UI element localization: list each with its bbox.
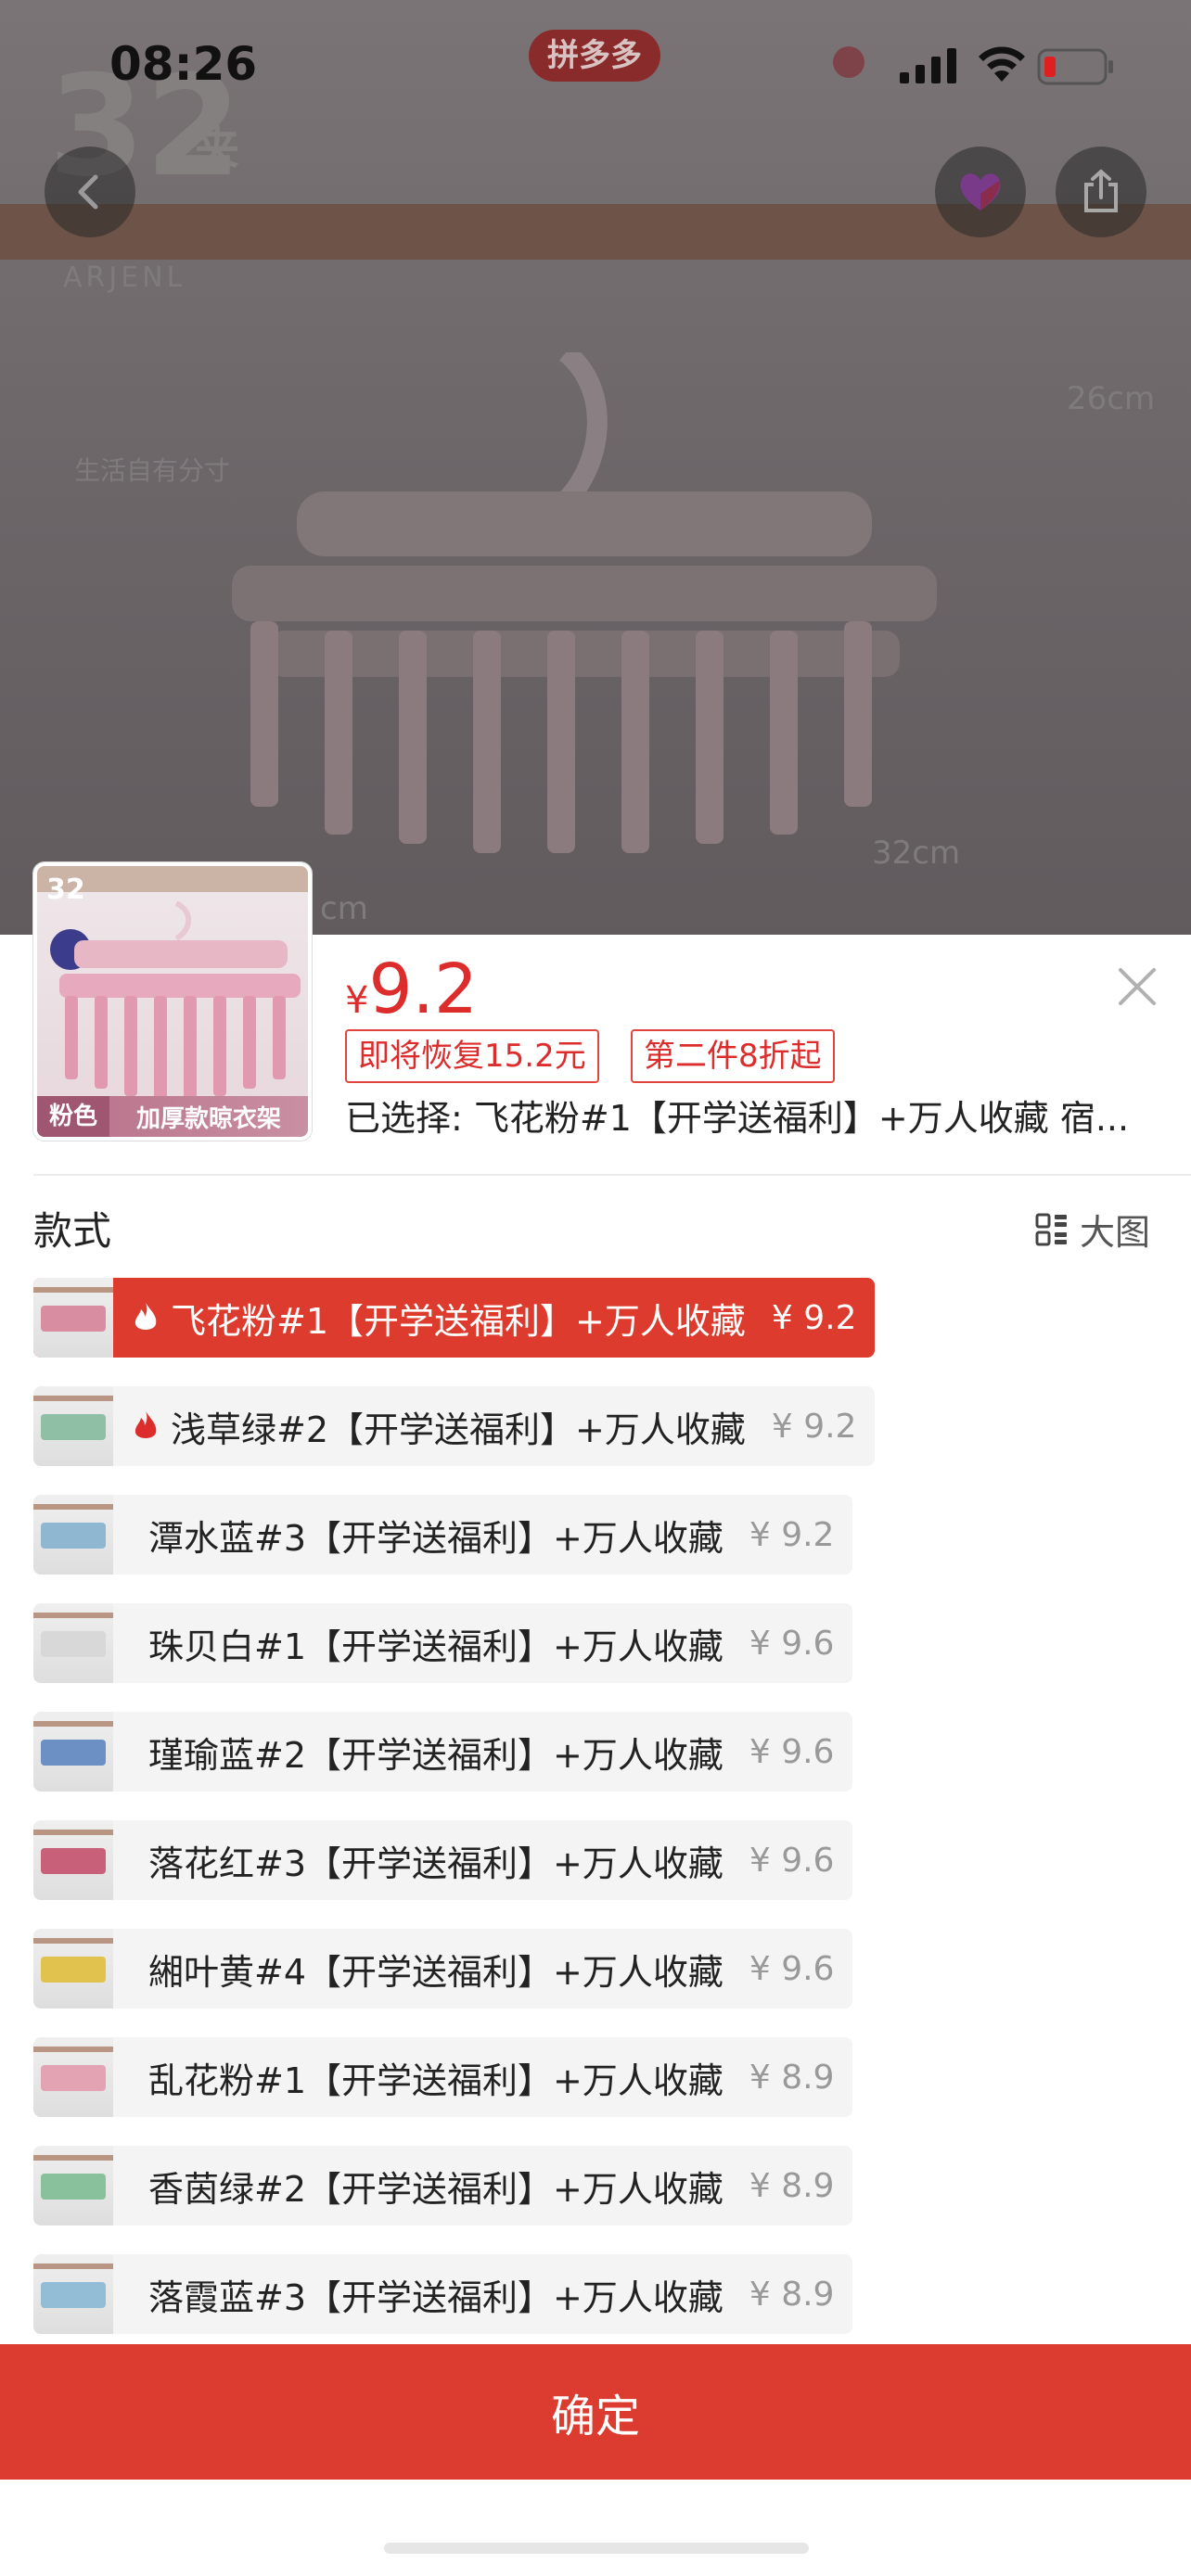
style-option-thumbnail xyxy=(33,2146,113,2225)
style-option-name: 飞花粉#1【开学送福利】+万人收藏 xyxy=(171,1300,746,1342)
close-icon[interactable] xyxy=(1111,961,1163,1013)
promo-tag-second-discount: 第二件8折起 xyxy=(631,1029,835,1083)
style-option-price: ¥ 9.2 xyxy=(749,1515,835,1554)
style-option[interactable]: 珠贝白#1【开学送福利】+万人收藏 ¥ 9.6 xyxy=(33,1603,853,1683)
style-option[interactable]: 瑾瑜蓝#2【开学送福利】+万人收藏 ¥ 9.6 xyxy=(33,1712,853,1792)
selected-option-summary: 已选择: 飞花粉#1【开学送福利】+万人收藏 宿... xyxy=(345,1098,1130,1139)
view-large-label: 大图 xyxy=(1080,1212,1151,1253)
heart-icon xyxy=(960,173,1001,210)
back-button[interactable] xyxy=(45,147,135,237)
selected-product-thumbnail[interactable]: 32 粉色 加厚款晾衣架 xyxy=(33,862,312,1141)
style-option-name: 落花红#3【开学送福利】+万人收藏 xyxy=(148,1843,724,1884)
style-option-thumbnail xyxy=(33,1278,113,1358)
style-option-thumbnail xyxy=(33,2254,113,2334)
share-button[interactable] xyxy=(1056,147,1146,237)
style-option-price: ¥ 8.9 xyxy=(749,2058,835,2097)
style-option-thumbnail xyxy=(33,2037,113,2117)
favorite-button[interactable] xyxy=(935,147,1026,237)
style-option-thumbnail xyxy=(33,1495,113,1575)
style-option-thumbnail xyxy=(33,1929,113,2009)
photo-brand: ARJENL xyxy=(63,261,186,294)
style-option-price: ¥ 9.2 xyxy=(771,1298,857,1337)
photo-dimension-partial: cm xyxy=(320,890,368,927)
chevron-left-icon xyxy=(78,174,98,210)
style-option-price: ¥ 8.9 xyxy=(749,2275,835,2314)
style-option-thumbnail xyxy=(33,1820,113,1900)
style-option-price: ¥ 9.6 xyxy=(749,1841,835,1880)
style-option-name: 香茵绿#2【开学送福利】+万人收藏 xyxy=(148,2168,724,2210)
style-option-price: ¥ 9.6 xyxy=(749,1949,835,1988)
style-option-name: 浅草绿#2【开学送福利】+万人收藏 xyxy=(171,1409,746,1450)
style-option-price: ¥ 8.9 xyxy=(749,2166,835,2205)
style-option-name: 乱花粉#1【开学送福利】+万人收藏 xyxy=(148,2060,724,2101)
price-value: 9.2 xyxy=(368,950,479,1029)
record-dot-icon xyxy=(833,46,864,78)
thumbnail-color-label: 粉色 xyxy=(37,1096,109,1137)
product-photo: 32 夹 ARJENL 生活自有分寸 26cm 32cm cm xyxy=(0,0,1191,937)
style-option-name: 落霞蓝#3【开学送福利】+万人收藏 xyxy=(148,2276,724,2318)
style-option-price: ¥ 9.6 xyxy=(749,1624,835,1663)
style-option[interactable]: 飞花粉#1【开学送福利】+万人收藏 ¥ 9.2 xyxy=(33,1278,876,1358)
grid-view-icon xyxy=(1035,1213,1067,1245)
style-option-thumbnail xyxy=(33,1603,113,1683)
style-option-thumbnail xyxy=(33,1386,113,1466)
photo-dimension-height: 26cm xyxy=(1067,380,1156,417)
style-option[interactable]: 落霞蓝#3【开学送福利】+万人收藏 ¥ 8.9 xyxy=(33,2254,853,2334)
style-option-name: 珠贝白#1【开学送福利】+万人收藏 xyxy=(148,1626,724,1667)
status-time: 08:26 xyxy=(109,37,258,91)
style-option-name: 瑾瑜蓝#2【开学送福利】+万人收藏 xyxy=(148,1734,724,1776)
app-badge: 拼多多 xyxy=(529,30,660,82)
photo-slogan: 生活自有分寸 xyxy=(74,455,231,486)
style-option[interactable]: 乱花粉#1【开学送福利】+万人收藏 ¥ 8.9 xyxy=(33,2037,853,2117)
style-option[interactable]: 落花红#3【开学送福利】+万人收藏 ¥ 9.6 xyxy=(33,1820,853,1900)
style-option[interactable]: 潭水蓝#3【开学送福利】+万人收藏 ¥ 9.2 xyxy=(33,1495,853,1575)
promo-tag-restore-price: 即将恢复15.2元 xyxy=(345,1029,599,1083)
status-bar: 08:26 拼多多 xyxy=(0,0,1191,130)
home-indicator xyxy=(384,2543,809,2554)
style-option-thumbnail xyxy=(33,1712,113,1792)
style-option-name: 緗叶黄#4【开学送福利】+万人收藏 xyxy=(148,1951,724,1993)
style-option-price: ¥ 9.6 xyxy=(749,1732,835,1771)
style-option-price: ¥ 9.2 xyxy=(771,1407,857,1446)
hanger-illustration xyxy=(232,352,937,853)
signal-icon xyxy=(900,48,956,83)
style-option[interactable]: 浅草绿#2【开学送福利】+万人收藏 ¥ 9.2 xyxy=(33,1386,876,1466)
wifi-icon xyxy=(979,46,1025,82)
thumbnail-count: 32 xyxy=(46,874,85,906)
thumbnail-caption: 粉色 加厚款晾衣架 xyxy=(37,1096,308,1137)
style-option[interactable]: 緗叶黄#4【开学送福利】+万人收藏 ¥ 9.6 xyxy=(33,1929,853,2009)
battery-icon xyxy=(1037,48,1113,85)
style-option-name: 潭水蓝#3【开学送福利】+万人收藏 xyxy=(148,1517,724,1559)
style-section-title: 款式 xyxy=(33,1208,112,1254)
hot-flame-icon xyxy=(134,1303,157,1330)
share-icon xyxy=(1084,169,1118,212)
product-price: ¥9.2 xyxy=(345,950,478,1029)
style-option[interactable]: 香茵绿#2【开学送福利】+万人收藏 ¥ 8.9 xyxy=(33,2146,853,2225)
view-large-toggle[interactable]: 大图 xyxy=(1035,1204,1150,1255)
thumbnail-style-label: 加厚款晾衣架 xyxy=(135,1104,281,1133)
hot-flame-icon xyxy=(134,1411,157,1438)
divider xyxy=(33,1174,1191,1176)
price-currency: ¥ xyxy=(345,979,369,1022)
confirm-button[interactable]: 确定 xyxy=(0,2344,1191,2480)
